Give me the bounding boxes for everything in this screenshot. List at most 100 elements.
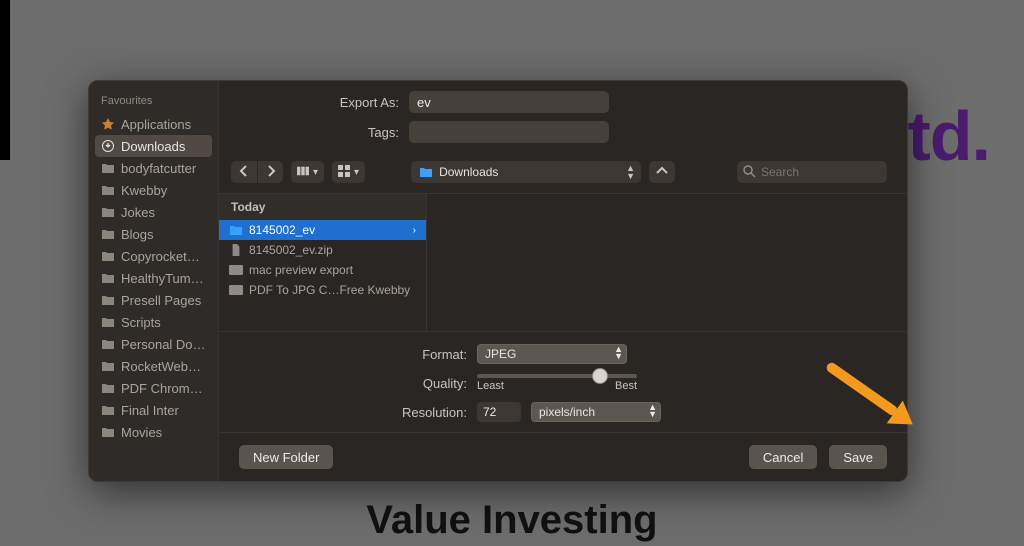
resolution-input[interactable] xyxy=(477,402,521,422)
chevron-right-icon: › xyxy=(413,225,416,236)
chevron-right-icon xyxy=(265,165,277,180)
file-icon xyxy=(229,244,243,256)
sidebar-item-label: PDF Chrom… xyxy=(121,381,203,396)
list-item[interactable]: 8145002_ev › xyxy=(219,220,426,240)
quality-label: Quality: xyxy=(239,376,467,391)
sidebar-item-blogs[interactable]: Blogs xyxy=(89,223,218,245)
nav-back-button[interactable] xyxy=(231,161,257,183)
quality-min-label: Least xyxy=(477,380,504,392)
sidebar-item-jokes[interactable]: Jokes xyxy=(89,201,218,223)
list-item-label: 8145002_ev xyxy=(249,223,315,237)
quality-slider[interactable] xyxy=(477,374,637,378)
favourites-sidebar: Favourites Applications Downloads bodyfatc… xyxy=(89,81,219,481)
sidebar-item-label: Copyrocket… xyxy=(121,249,200,264)
webloc-icon xyxy=(229,284,243,296)
updown-icon: ▲▼ xyxy=(648,404,657,418)
sidebar-item-pdf-chrom-[interactable]: PDF Chrom… xyxy=(89,377,218,399)
new-folder-button[interactable]: New Folder xyxy=(239,445,333,469)
dialog-footer: New Folder Cancel Save xyxy=(219,432,907,481)
folder-icon xyxy=(101,228,115,240)
folder-icon xyxy=(101,184,115,196)
sidebar-item-label: bodyfatcutter xyxy=(121,161,196,176)
sidebar-item-copyrocket-[interactable]: Copyrocket… xyxy=(89,245,218,267)
resolution-unit-value: pixels/inch xyxy=(539,405,595,419)
sidebar-item-scripts[interactable]: Scripts xyxy=(89,311,218,333)
folder-icon xyxy=(101,382,115,394)
sidebar-item-bodyfatcutter[interactable]: bodyfatcutter xyxy=(89,157,218,179)
folder-icon xyxy=(101,316,115,328)
export-options: Format: JPEG ▲▼ Quality: Least Best xyxy=(219,331,907,432)
list-item-label: mac preview export xyxy=(249,263,353,277)
sidebar-item-downloads[interactable]: Downloads xyxy=(95,135,212,157)
folder-icon xyxy=(101,250,115,262)
browser-detail-pane xyxy=(427,194,907,331)
browser-toolbar: ▾ ▾ Downloads ▲▼ xyxy=(219,159,907,193)
sidebar-item-applications[interactable]: Applications xyxy=(89,113,218,135)
list-item[interactable]: mac preview export xyxy=(219,260,426,280)
chevron-left-icon xyxy=(238,165,250,180)
updown-icon: ▲▼ xyxy=(626,164,635,180)
list-item-label: PDF To JPG C…Free Kwebby xyxy=(249,283,410,297)
sidebar-item-movies[interactable]: Movies xyxy=(89,421,218,443)
tags-input[interactable] xyxy=(409,121,609,143)
apps-icon xyxy=(101,118,115,130)
save-button[interactable]: Save xyxy=(829,445,887,469)
list-item[interactable]: PDF To JPG C…Free Kwebby xyxy=(219,280,426,300)
nav-fwd-button[interactable] xyxy=(257,161,283,183)
format-label: Format: xyxy=(239,347,467,362)
folder-icon xyxy=(101,206,115,218)
resolution-unit-popup[interactable]: pixels/inch ▲▼ xyxy=(531,402,661,422)
folder-icon xyxy=(101,338,115,350)
folder-icon xyxy=(101,294,115,306)
enclosing-folder-button[interactable] xyxy=(649,161,675,183)
search-icon xyxy=(743,165,756,181)
sidebar-item-label: Personal Do… xyxy=(121,337,206,352)
folder-icon xyxy=(419,166,433,178)
sidebar-item-label: Movies xyxy=(121,425,162,440)
group-header-today: Today xyxy=(219,194,426,220)
webloc-icon xyxy=(229,264,243,276)
list-item[interactable]: 8145002_ev.zip xyxy=(219,240,426,260)
sidebar-item-personal-do-[interactable]: Personal Do… xyxy=(89,333,218,355)
sidebar-item-final-inter[interactable]: Final Inter xyxy=(89,399,218,421)
sidebar-item-rocketweb-[interactable]: RocketWeb… xyxy=(89,355,218,377)
file-browser: Today 8145002_ev › 8145002_ev.zipmac previ… xyxy=(219,193,907,331)
format-popup[interactable]: JPEG ▲▼ xyxy=(477,344,627,364)
columns-icon xyxy=(297,165,309,180)
sidebar-item-kwebby[interactable]: Kwebby xyxy=(89,179,218,201)
grid-icon xyxy=(338,165,350,180)
list-item-label: 8145002_ev.zip xyxy=(249,243,333,257)
folder-icon xyxy=(101,404,115,416)
export-as-label: Export As: xyxy=(239,95,399,110)
chevron-down-icon: ▾ xyxy=(313,167,318,178)
location-label: Downloads xyxy=(439,165,498,179)
sidebar-item-label: Downloads xyxy=(121,139,185,154)
sidebar-item-label: HealthyTum… xyxy=(121,271,204,286)
sidebar-item-label: Scripts xyxy=(121,315,161,330)
chevron-up-icon xyxy=(656,165,668,180)
background-title: Value Investing xyxy=(0,498,1024,543)
folder-icon xyxy=(101,272,115,284)
chevron-down-icon: ▾ xyxy=(354,167,359,178)
resolution-label: Resolution: xyxy=(239,405,467,420)
sidebar-item-label: Final Inter xyxy=(121,403,179,418)
sidebar-item-healthytum-[interactable]: HealthyTum… xyxy=(89,267,218,289)
export-dialog: Favourites Applications Downloads bodyfatc… xyxy=(88,80,908,482)
export-as-input[interactable] xyxy=(409,91,609,113)
sidebar-item-label: Presell Pages xyxy=(121,293,201,308)
updown-icon: ▲▼ xyxy=(614,346,623,360)
tags-label: Tags: xyxy=(239,125,399,140)
search-input[interactable] xyxy=(737,161,887,183)
sidebar-item-label: Blogs xyxy=(121,227,154,242)
location-popup[interactable]: Downloads ▲▼ xyxy=(411,161,641,183)
favourites-header: Favourites xyxy=(89,91,218,113)
sidebar-item-presell-pages[interactable]: Presell Pages xyxy=(89,289,218,311)
format-value: JPEG xyxy=(485,347,516,361)
sidebar-item-label: Applications xyxy=(121,117,191,132)
group-by-button[interactable]: ▾ xyxy=(332,161,365,183)
download-icon xyxy=(101,140,115,152)
cancel-button[interactable]: Cancel xyxy=(749,445,817,469)
sidebar-item-label: Kwebby xyxy=(121,183,167,198)
left-gutter xyxy=(0,0,10,160)
view-mode-button[interactable]: ▾ xyxy=(291,161,324,183)
